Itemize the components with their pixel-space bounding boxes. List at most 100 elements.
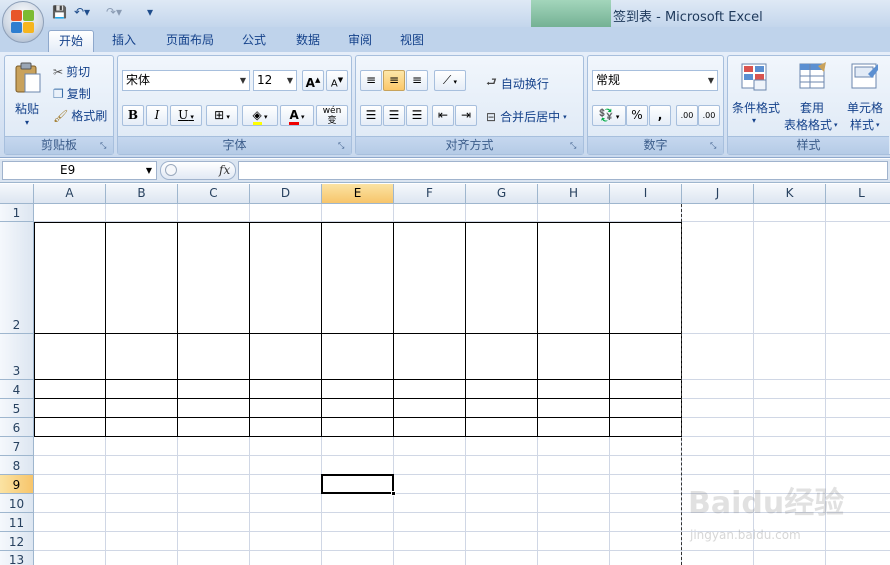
name-box[interactable]: E9 ▼ <box>2 161 157 180</box>
paste-button[interactable]: 粘贴 <box>15 100 39 117</box>
column-header-d[interactable]: D <box>250 184 322 204</box>
column-header-c[interactable]: C <box>178 184 250 204</box>
column-header-j[interactable]: J <box>682 184 754 204</box>
tab-data[interactable]: 数据 <box>286 30 330 52</box>
row-header-5[interactable]: 5 <box>0 399 34 418</box>
row-header-6[interactable]: 6 <box>0 418 34 437</box>
format-as-table-label-1[interactable]: 套用 <box>800 99 824 116</box>
conditional-format-button[interactable]: 条件格式 <box>732 99 780 116</box>
paste-icon[interactable] <box>13 62 43 93</box>
orientation-button[interactable]: ⟋ ▾ <box>434 70 466 91</box>
insert-function-icon[interactable]: fx <box>219 163 230 177</box>
bold-button[interactable]: B <box>122 105 144 126</box>
conditional-dropdown-icon[interactable]: ▾ <box>752 116 756 125</box>
cut-button[interactable]: ✂ 剪切 <box>53 63 90 80</box>
number-format-select[interactable]: 常规 ▼ <box>592 70 718 91</box>
row-header-2[interactable]: 2 <box>0 222 34 334</box>
underline-label: U <box>178 108 189 122</box>
tab-home[interactable]: 开始 <box>48 30 94 52</box>
tab-insert[interactable]: 插入 <box>102 30 146 52</box>
column-header-e[interactable]: E <box>322 184 394 204</box>
align-center-button[interactable]: ☰ <box>383 105 405 126</box>
alignment-group: ≡ ≡ ≡ ⟋ ▾ ⮐ 自动换行 ☰ ☰ ☰ ⇤ ⇥ ⊟ 合并后居中 ▾ 对齐方式 ⤡ <box>355 55 584 155</box>
align-top-button[interactable]: ≡ <box>360 70 382 91</box>
cell-styles-label-1[interactable]: 单元格 <box>847 99 883 116</box>
row-header-9[interactable]: 9 <box>0 475 34 494</box>
font-name-select[interactable]: 宋体 ▼ <box>122 70 250 91</box>
table-border-vertical <box>609 222 610 437</box>
align-bottom-button[interactable]: ≡ <box>406 70 428 91</box>
tab-view[interactable]: 视图 <box>390 30 434 52</box>
increase-indent-button[interactable]: ⇥ <box>455 105 477 126</box>
customize-qat-icon[interactable]: ▾ <box>147 5 153 21</box>
column-header-g[interactable]: G <box>466 184 538 204</box>
minimize-icon[interactable] <box>790 1 816 21</box>
borders-button[interactable]: ⊞ ▾ <box>206 105 238 126</box>
column-header-i[interactable]: I <box>610 184 682 204</box>
comma-button[interactable]: , <box>649 105 671 126</box>
fill-color-button[interactable]: ◈ ▾ <box>242 105 278 126</box>
column-header-f[interactable]: F <box>394 184 466 204</box>
tab-review[interactable]: 审阅 <box>338 30 382 52</box>
save-icon[interactable]: 💾 <box>52 5 67 21</box>
alignment-launcher-icon[interactable]: ⤡ <box>570 141 580 151</box>
row-header-11[interactable]: 11 <box>0 513 34 532</box>
align-middle-button[interactable]: ≡ <box>383 70 405 91</box>
redo-icon[interactable]: ↷▾ <box>106 5 122 21</box>
font-size-select[interactable]: 12 ▼ <box>253 70 297 91</box>
column-header-b[interactable]: B <box>106 184 178 204</box>
column-header-a[interactable]: A <box>34 184 106 204</box>
gridline-horizontal <box>34 455 890 456</box>
increase-decimal-button[interactable]: .00 <box>676 105 698 126</box>
gridline-horizontal <box>34 512 890 513</box>
number-launcher-icon[interactable]: ⤡ <box>710 141 720 151</box>
row-header-8[interactable]: 8 <box>0 456 34 475</box>
column-header-h[interactable]: H <box>538 184 610 204</box>
copy-button[interactable]: ❐ 复制 <box>53 85 91 102</box>
clipboard-launcher-icon[interactable]: ⤡ <box>100 141 110 151</box>
row-header-3[interactable]: 3 <box>0 334 34 380</box>
cell-styles-icon[interactable] <box>850 62 880 92</box>
italic-button[interactable]: I <box>146 105 168 126</box>
phonetic-button[interactable]: wén 变 <box>316 105 348 126</box>
format-as-table-icon[interactable] <box>798 62 828 92</box>
align-right-button[interactable]: ☰ <box>406 105 428 126</box>
wrap-text-button[interactable]: ⮐ 自动换行 <box>486 73 549 94</box>
tab-page-layout[interactable]: 页面布局 <box>160 30 220 52</box>
row-header-4[interactable]: 4 <box>0 380 34 399</box>
row-header-13[interactable]: 13 <box>0 551 34 565</box>
decrease-font-button[interactable]: A▼ <box>326 70 348 91</box>
underline-button[interactable]: U ▾ <box>170 105 202 126</box>
row-header-12[interactable]: 12 <box>0 532 34 551</box>
decrease-indent-button[interactable]: ⇤ <box>432 105 454 126</box>
cell-styles-button[interactable]: 样式 ▾ <box>850 116 880 133</box>
active-cell[interactable] <box>321 474 394 494</box>
percent-button[interactable]: % <box>626 105 648 126</box>
row-header-10[interactable]: 10 <box>0 494 34 513</box>
format-as-table-button[interactable]: 表格格式 ▾ <box>784 116 838 133</box>
conditional-format-icon[interactable] <box>740 62 770 92</box>
increase-font-button[interactable]: A▲ <box>302 70 324 91</box>
column-header-k[interactable]: K <box>754 184 826 204</box>
undo-icon[interactable]: ↶▾ <box>74 5 90 21</box>
font-color-button[interactable]: A ▾ <box>280 105 314 126</box>
fill-handle[interactable] <box>391 491 396 496</box>
number-group: 常规 ▼ 💱 ▾ % , .00 .00 数字 ⤡ <box>587 55 724 155</box>
currency-button[interactable]: 💱 ▾ <box>592 105 626 126</box>
format-painter-button[interactable]: 🖌 格式刷 <box>53 107 107 124</box>
tab-formulas[interactable]: 公式 <box>232 30 276 52</box>
align-left-button[interactable]: ☰ <box>360 105 382 126</box>
column-header-l[interactable]: L <box>826 184 890 204</box>
decrease-decimal-button[interactable]: .00 <box>698 105 720 126</box>
chevron-down-icon[interactable]: ▼ <box>146 162 152 179</box>
row-header-7[interactable]: 7 <box>0 437 34 456</box>
merge-center-button[interactable]: ⊟ 合并后居中 ▾ <box>486 108 567 125</box>
office-button[interactable] <box>2 1 44 43</box>
expand-circle-icon[interactable] <box>165 164 177 176</box>
paste-dropdown-icon[interactable]: ▾ <box>25 118 29 127</box>
row-header-1[interactable]: 1 <box>0 204 34 222</box>
font-launcher-icon[interactable]: ⤡ <box>338 141 348 151</box>
spreadsheet-grid[interactable]: ABCDEFGHIJKL 1 2 3 4 5 6 7 8 9 10 11 12 13 <box>0 184 890 565</box>
select-all-corner[interactable] <box>0 184 34 204</box>
formula-input[interactable] <box>238 161 888 180</box>
